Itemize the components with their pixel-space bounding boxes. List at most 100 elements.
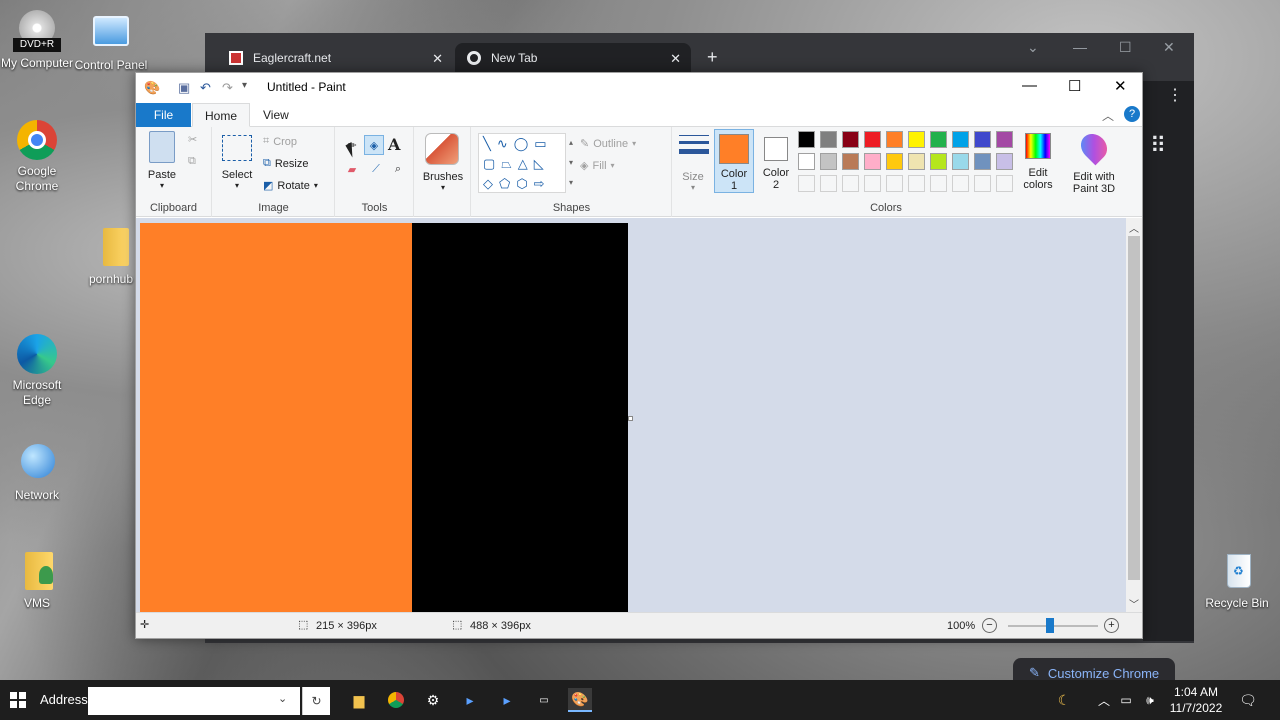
line-shape-icon[interactable]: ╲	[483, 136, 497, 151]
refresh-icon[interactable]: ↻	[302, 687, 330, 715]
edit-colors-button[interactable]: Edit colors	[1020, 129, 1056, 193]
tab-view[interactable]: View	[251, 103, 301, 127]
paint-taskbar-icon[interactable]: 🎨	[568, 688, 592, 712]
palette-swatch[interactable]	[798, 175, 815, 192]
palette-swatch[interactable]	[864, 153, 881, 170]
right-triangle-shape-icon[interactable]: ◺	[534, 156, 550, 171]
chrome-taskbar-icon[interactable]	[384, 688, 408, 712]
maximize-icon[interactable]: ☐	[1068, 77, 1081, 95]
zoom-slider-thumb[interactable]	[1046, 618, 1054, 633]
curve-shape-icon[interactable]: ∿	[497, 136, 514, 151]
text-tool-icon[interactable]: A	[388, 135, 400, 154]
canvas-region-left[interactable]	[140, 223, 412, 612]
palette-swatch[interactable]	[952, 153, 969, 170]
arrow-shape-icon[interactable]: ⇨	[534, 176, 551, 191]
customize-quick-access-icon[interactable]: ▾	[242, 80, 247, 91]
minimize-icon[interactable]: —	[1073, 39, 1087, 55]
desktop-icon-vms[interactable]: VMS	[0, 550, 74, 611]
start-button[interactable]	[6, 688, 30, 712]
scrollbar-thumb[interactable]	[1128, 236, 1140, 580]
palette-swatch[interactable]	[864, 175, 881, 192]
powershell-admin-icon[interactable]: ▸	[495, 688, 519, 712]
polygon-shape-icon[interactable]: ⏢	[501, 156, 517, 171]
volume-icon[interactable]: 🕪	[1138, 688, 1162, 712]
desktop-icon-microsoft-edge[interactable]: Microsoft Edge	[0, 332, 74, 408]
palette-swatch[interactable]	[908, 153, 925, 170]
tab-file[interactable]: File	[136, 103, 191, 127]
palette-swatch[interactable]	[798, 131, 815, 148]
zoom-in-icon[interactable]: +	[1104, 618, 1119, 633]
palette-swatch[interactable]	[930, 175, 947, 192]
resize-button[interactable]: ⧉ Resize	[263, 157, 308, 170]
palette-swatch[interactable]	[974, 153, 991, 170]
color1-button[interactable]: Color 1	[714, 129, 754, 193]
desktop-icon-control-panel[interactable]: Control Panel	[74, 12, 148, 73]
edit-with-paint3d-button[interactable]: Edit with Paint 3D	[1062, 127, 1126, 217]
zoom-out-icon[interactable]: −	[982, 618, 997, 633]
rounded-rect-shape-icon[interactable]: ▢	[483, 156, 501, 171]
new-tab-button[interactable]: +	[707, 47, 718, 68]
palette-swatch[interactable]	[974, 131, 991, 148]
pentagon-shape-icon[interactable]: ⬠	[499, 176, 516, 191]
chrome-tab-eaglercraft[interactable]: Eaglercraft.net ✕	[217, 43, 453, 73]
palette-swatch[interactable]	[886, 131, 903, 148]
close-icon[interactable]: ✕	[1114, 77, 1127, 95]
network-status-icon[interactable]: ▭	[1114, 688, 1138, 712]
file-explorer-icon[interactable]: ▆	[347, 688, 371, 712]
palette-swatch[interactable]	[886, 175, 903, 192]
palette-swatch[interactable]	[930, 131, 947, 148]
close-icon[interactable]: ✕	[1163, 39, 1175, 56]
palette-swatch[interactable]	[952, 131, 969, 148]
desktop-icon-my-computer[interactable]: DVD+R My Computer	[0, 10, 74, 71]
scroll-down-icon[interactable]: ﹀	[1129, 596, 1139, 611]
color-picker-icon[interactable]: ⟋	[366, 159, 386, 179]
color2-button[interactable]: Color 2	[756, 129, 796, 193]
command-prompt-icon[interactable]: ▭	[532, 688, 556, 712]
desktop-icon-network[interactable]: Network	[0, 442, 74, 503]
rectangle-shape-icon[interactable]: ▭	[534, 136, 552, 151]
palette-swatch[interactable]	[886, 153, 903, 170]
canvas-region-right[interactable]	[412, 223, 628, 612]
help-icon[interactable]: ?	[1124, 106, 1140, 122]
triangle-shape-icon[interactable]: △	[518, 156, 534, 171]
close-tab-icon[interactable]: ✕	[670, 51, 681, 67]
powershell-icon[interactable]: ▸	[458, 688, 482, 712]
fill-button[interactable]: ◈ Fill ▾	[580, 159, 615, 173]
show-hidden-icons-icon[interactable]: ︿	[1092, 688, 1116, 712]
desktop-icon-recycle-bin[interactable]: ♻ Recycle Bin	[1200, 550, 1274, 611]
palette-swatch[interactable]	[952, 175, 969, 192]
diamond-shape-icon[interactable]: ◇	[483, 176, 499, 191]
save-icon[interactable]: ▣	[178, 80, 190, 96]
oval-shape-icon[interactable]: ◯	[514, 136, 535, 151]
paste-button[interactable]: Paste ▾	[142, 131, 182, 190]
crop-button[interactable]: ⌗ Crop	[263, 135, 297, 148]
apps-grid-icon[interactable]: ⠿	[1150, 133, 1166, 159]
notifications-icon[interactable]: 🗨	[1236, 688, 1260, 712]
tab-home[interactable]: Home	[192, 103, 251, 127]
select-button[interactable]: Select ▾	[219, 131, 255, 190]
palette-swatch[interactable]	[820, 153, 837, 170]
size-button[interactable]: Size ▾	[673, 127, 713, 217]
vertical-scrollbar[interactable]: ︿ ﹀	[1126, 218, 1142, 612]
tab-search-icon[interactable]: ⌄	[1027, 39, 1039, 56]
palette-swatch[interactable]	[820, 131, 837, 148]
scroll-up-icon[interactable]: ︿	[1129, 220, 1139, 235]
undo-icon[interactable]: ↶	[200, 80, 211, 96]
magnifier-icon[interactable]: ⌕	[388, 159, 408, 179]
settings-gear-icon[interactable]: ⚙	[421, 688, 445, 712]
palette-swatch[interactable]	[820, 175, 837, 192]
clock[interactable]: 1:04 AM 11/7/2022	[1166, 684, 1226, 716]
collapse-ribbon-icon[interactable]: ︿	[1102, 107, 1114, 124]
maximize-icon[interactable]: ☐	[1119, 39, 1132, 56]
palette-swatch[interactable]	[842, 131, 859, 148]
palette-swatch[interactable]	[842, 175, 859, 192]
shapes-gallery[interactable]: ╲∿◯▭ ▢⏢△◺ ◇⬠⬡⇨	[478, 133, 566, 193]
hexagon-shape-icon[interactable]: ⬡	[516, 176, 533, 191]
palette-swatch[interactable]	[996, 175, 1013, 192]
palette-swatch[interactable]	[930, 153, 947, 170]
address-input[interactable]	[88, 687, 300, 715]
eraser-tool-icon[interactable]: ▰	[342, 159, 362, 179]
outline-button[interactable]: ✎ Outline ▾	[580, 137, 636, 151]
palette-swatch[interactable]	[974, 175, 991, 192]
brushes-button[interactable]: Brushes ▾	[415, 127, 471, 217]
